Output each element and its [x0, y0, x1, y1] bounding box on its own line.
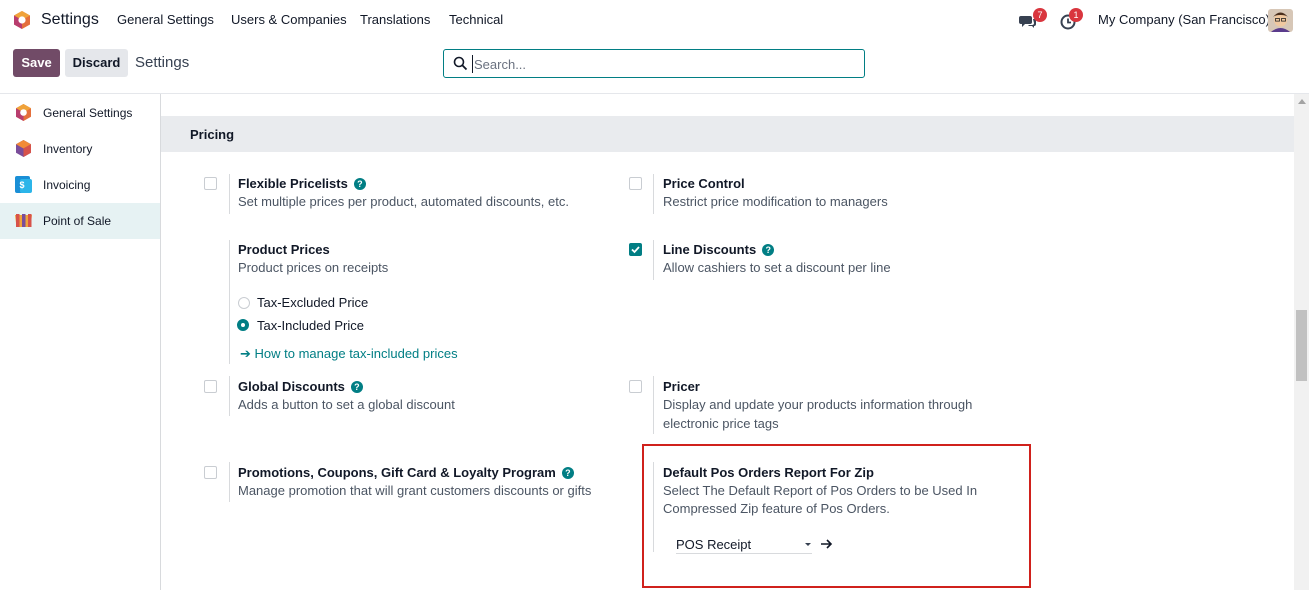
price-control-title: Price Control [663, 176, 745, 191]
tax-included-label[interactable]: Tax-Included Price [257, 318, 364, 333]
setting-divider [653, 240, 654, 280]
sidebar-item-general-settings[interactable]: General Settings [0, 95, 160, 131]
scroll-up-arrow-icon[interactable] [1298, 99, 1306, 104]
point-of-sale-shop-icon [15, 214, 32, 227]
flexible-pricelists-checkbox[interactable] [204, 177, 217, 190]
sidebar-item-label: General Settings [43, 106, 133, 120]
line-discounts-checkbox[interactable] [629, 243, 642, 256]
help-icon[interactable]: ? [353, 178, 366, 190]
setting-divider [653, 462, 654, 552]
search-input[interactable] [472, 55, 852, 73]
menu-technical[interactable]: Technical [449, 12, 503, 27]
search-bar[interactable] [443, 49, 865, 78]
global-discounts-title: Global Discounts? [238, 379, 363, 394]
product-prices-title: Product Prices [238, 242, 330, 257]
default-pos-report-desc-line2: Compressed Zip feature of Pos Orders. [663, 501, 890, 516]
flexible-pricelists-title: Flexible Pricelists? [238, 176, 366, 191]
sidebar-item-label: Point of Sale [43, 214, 112, 228]
menu-general-settings[interactable]: General Settings [117, 12, 214, 27]
sidebar-item-inventory[interactable]: Inventory [0, 131, 160, 167]
setting-divider [229, 174, 230, 214]
help-icon[interactable]: ? [762, 244, 775, 256]
pricer-title: Pricer [663, 379, 700, 394]
price-control-desc: Restrict price modification to managers [663, 194, 888, 209]
menu-users-companies[interactable]: Users & Companies [231, 12, 347, 27]
price-control-checkbox[interactable] [629, 177, 642, 190]
line-discounts-desc: Allow cashiers to set a discount per lin… [663, 260, 891, 275]
setting-divider [229, 376, 230, 416]
promotions-desc: Manage promotion that will grant custome… [238, 483, 592, 498]
chevron-down-icon [805, 543, 811, 546]
breadcrumb: Settings [135, 54, 190, 71]
activities-badge: 1 [1069, 8, 1083, 22]
flexible-pricelists-desc: Set multiple prices per product, automat… [238, 194, 569, 209]
product-prices-desc: Product prices on receipts [238, 260, 389, 275]
section-header-pricing: Pricing [161, 116, 1294, 152]
promotions-checkbox[interactable] [204, 466, 217, 479]
content-scrollbar[interactable] [1294, 94, 1309, 590]
section-title: Pricing [190, 127, 235, 142]
help-icon[interactable]: ? [350, 381, 363, 393]
sidebar-item-label: Invoicing [43, 178, 91, 192]
global-discounts-checkbox[interactable] [204, 380, 217, 393]
default-pos-report-title: Default Pos Orders Report For Zip [663, 465, 874, 480]
tax-included-radio[interactable] [237, 319, 249, 331]
tax-excluded-radio[interactable] [238, 297, 250, 309]
setting-divider [229, 462, 230, 502]
pricer-checkbox[interactable] [629, 380, 642, 393]
line-discounts-title: Line Discounts? [663, 242, 775, 257]
messages-badge: 7 [1033, 8, 1047, 22]
global-discounts-desc: Adds a button to set a global discount [238, 397, 455, 412]
setting-divider [653, 174, 654, 214]
settings-content: Pricing Flexible Pricelists? Set multipl… [161, 94, 1294, 590]
default-pos-report-desc-line1: Select The Default Report of Pos Orders … [663, 483, 978, 498]
default-pos-report-select[interactable]: POS Receipt [676, 534, 812, 554]
checkmark-icon [631, 246, 640, 254]
odoo-logo-icon [16, 104, 31, 121]
odoo-logo-icon[interactable] [12, 10, 32, 30]
user-avatar[interactable] [1268, 9, 1293, 32]
help-icon[interactable]: ? [561, 467, 574, 479]
promotions-title: Promotions, Coupons, Gift Card & Loyalty… [238, 465, 574, 480]
setting-divider [653, 376, 654, 434]
select-value: POS Receipt [676, 537, 752, 552]
sidebar-item-invoicing[interactable]: $ Invoicing [0, 167, 160, 203]
company-switcher[interactable]: My Company (San Francisco) [1098, 12, 1270, 27]
tax-excluded-label[interactable]: Tax-Excluded Price [257, 295, 368, 310]
top-navbar: Settings General Settings Users & Compan… [0, 0, 1309, 41]
discard-button[interactable]: Discard [65, 49, 128, 77]
setting-divider [229, 240, 230, 364]
sidebar-item-label: Inventory [43, 142, 93, 156]
tax-included-help-link[interactable]: ➔ How to manage tax-included prices [240, 346, 458, 362]
pricer-desc-line1: Display and update your products informa… [663, 397, 973, 412]
save-button[interactable]: Save [13, 49, 60, 77]
scrollbar-thumb[interactable] [1296, 310, 1307, 381]
app-title[interactable]: Settings [41, 11, 99, 29]
search-icon [453, 56, 468, 71]
svg-text:$: $ [20, 180, 25, 190]
pricer-desc-line2: electronic price tags [663, 416, 779, 431]
settings-sidebar: General Settings Inventory $ Invoicing P… [0, 94, 161, 590]
sidebar-item-point-of-sale[interactable]: Point of Sale [0, 203, 160, 239]
arrow-right-icon: ➔ [240, 346, 251, 361]
menu-translations[interactable]: Translations [360, 12, 430, 27]
internal-link-arrow-icon[interactable] [820, 537, 834, 551]
inventory-box-icon [16, 140, 31, 157]
invoicing-icon: $ [15, 176, 32, 193]
